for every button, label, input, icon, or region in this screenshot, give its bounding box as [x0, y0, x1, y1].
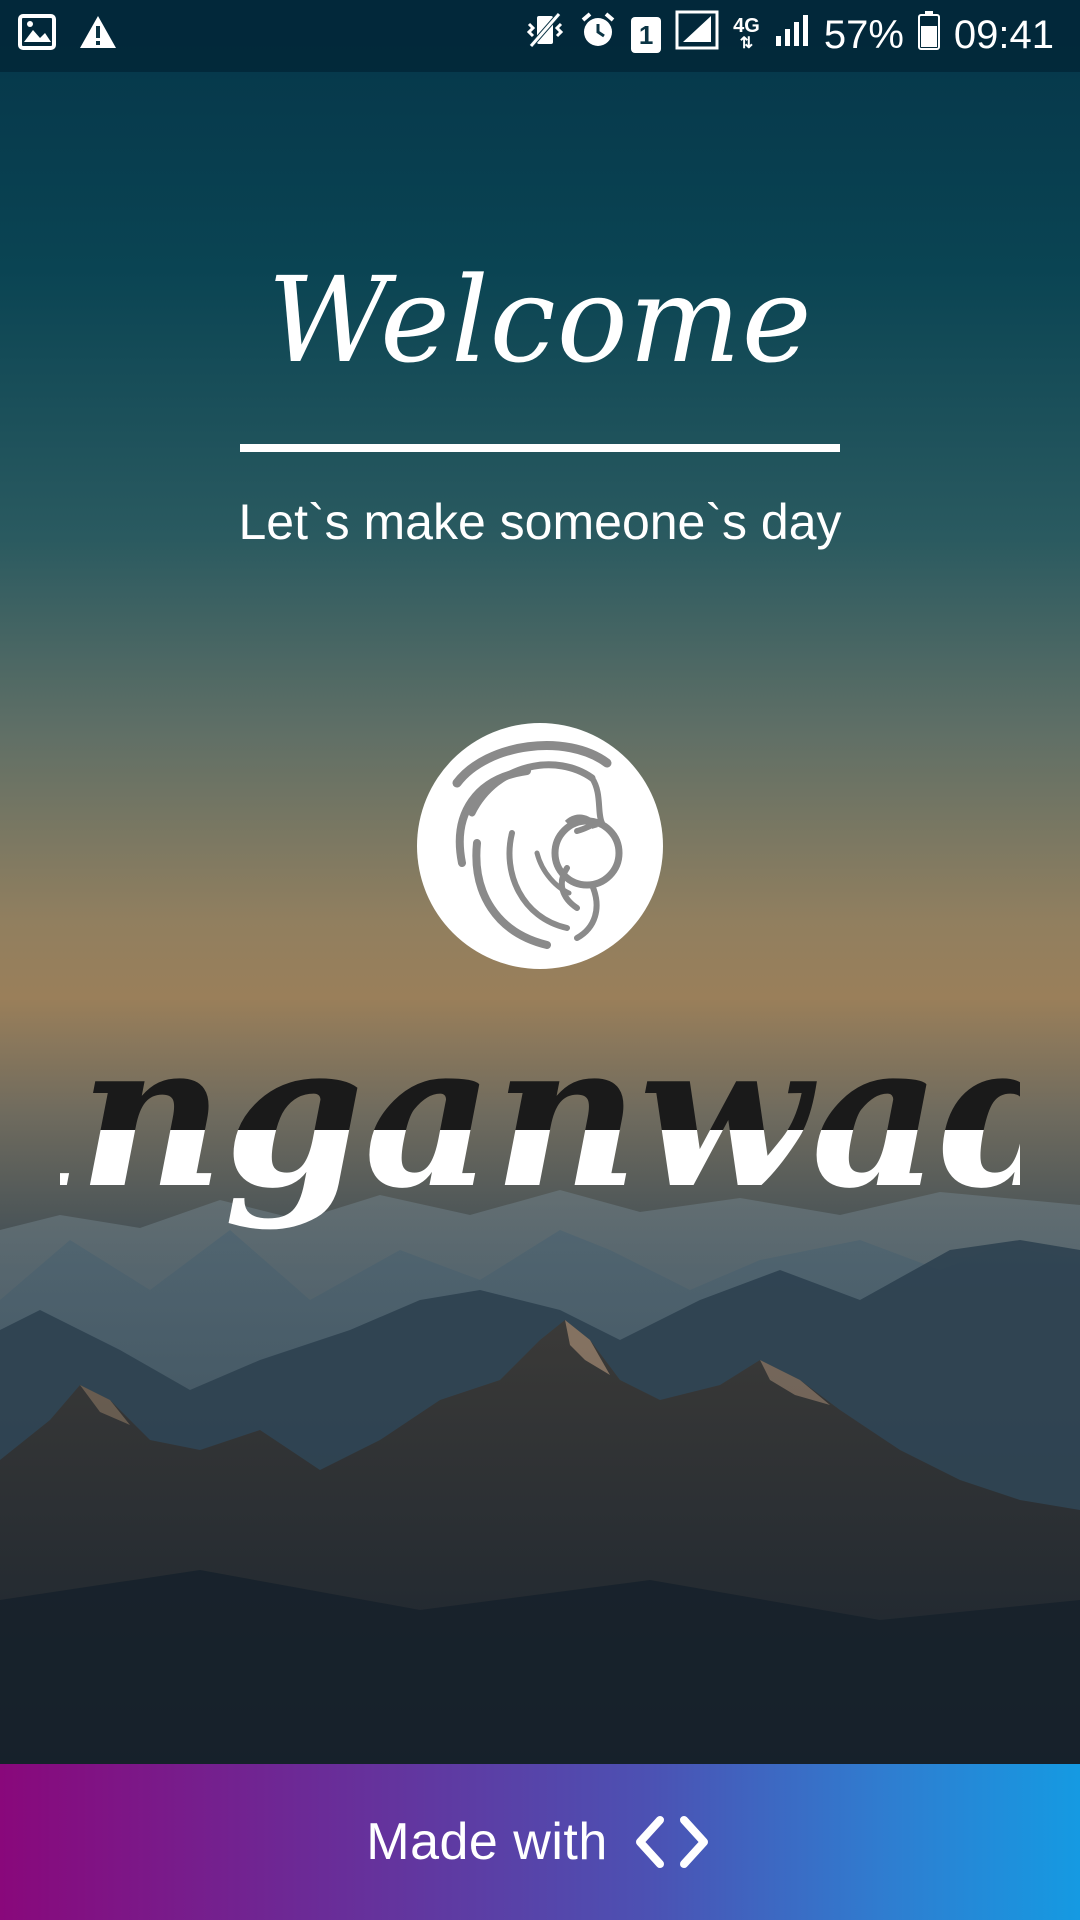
footer-banner: Made with	[0, 1764, 1080, 1920]
welcome-divider	[240, 444, 840, 452]
vibrate-mute-icon	[525, 10, 565, 60]
battery-icon	[917, 10, 940, 60]
status-bar: 1 4G ⇅ 57% 09:41	[0, 0, 1080, 72]
warning-icon	[78, 14, 118, 54]
clock: 09:41	[953, 12, 1054, 57]
sim-icon: 1	[631, 17, 662, 53]
image-icon	[18, 14, 56, 54]
network-type-label: 4G	[733, 15, 760, 37]
code-brackets-icon	[630, 1814, 714, 1870]
signal-icon-2	[774, 12, 810, 58]
mother-baby-icon	[417, 723, 663, 969]
alarm-icon	[579, 10, 617, 60]
network-4g-icon: 4G ⇅	[733, 15, 760, 52]
battery-percent: 57%	[823, 12, 904, 57]
app-name: Anganwadi Anganwadi	[60, 1000, 1020, 1233]
welcome-title: Welcome	[267, 251, 813, 389]
footer-text: Made with	[366, 1813, 608, 1871]
tagline: Let`s make someone`s day	[238, 494, 842, 550]
splash-screen: 1 4G ⇅ 57% 09:41 Welcome Let`s make some…	[0, 0, 1080, 1920]
signal-icon	[675, 10, 719, 60]
